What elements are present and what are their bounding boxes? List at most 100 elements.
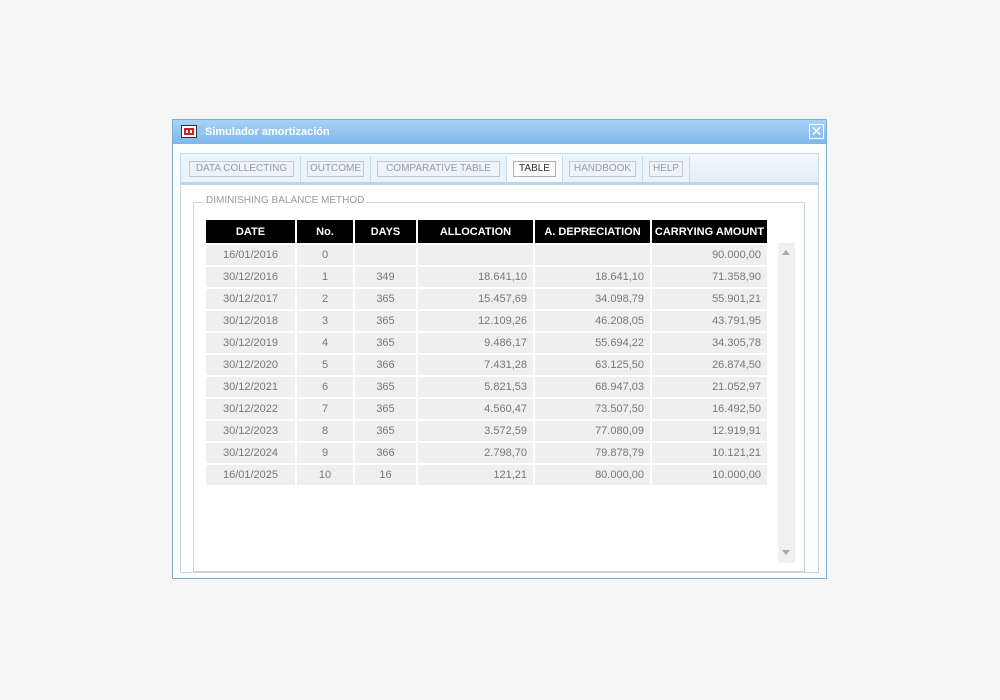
cell-carrying-amount: 43.791,95 (652, 311, 767, 331)
cell-date: 30/12/2016 (206, 267, 295, 287)
table-row: 30/12/2016 1 349 18.641,10 18.641,10 71.358,9… (206, 267, 767, 287)
table-row: 30/12/2018 3 365 12.109,26 46.208,05 43.791,9… (206, 311, 767, 331)
table-row: 16/01/2016 0 90.000,00 (206, 245, 767, 265)
header-number: No. (297, 220, 353, 243)
close-icon[interactable]: ✕ (809, 124, 824, 139)
cell-carrying-amount: 10.000,00 (652, 465, 767, 485)
tab-table[interactable]: TABLE (507, 156, 563, 182)
cell-days: 365 (355, 377, 416, 397)
tab-handbook[interactable]: HANDBOOK (563, 156, 643, 182)
tab-label: HANDBOOK (569, 161, 636, 177)
tab-bar: DATA COLLECTING OUTCOME COMPARATIVE TABL… (180, 153, 819, 183)
cell-accumulated-depreciation: 79.878,79 (535, 443, 650, 463)
cell-carrying-amount: 26.874,50 (652, 355, 767, 375)
scroll-up-arrow-icon[interactable] (782, 250, 790, 255)
header-accumulated-depreciation: A. DEPRECIATION (535, 220, 650, 243)
header-days: DAYS (355, 220, 416, 243)
cell-carrying-amount: 10.121,21 (652, 443, 767, 463)
cell-date: 30/12/2023 (206, 421, 295, 441)
tab-comparative-table[interactable]: COMPARATIVE TABLE (371, 156, 507, 182)
cell-allocation: 2.798,70 (418, 443, 533, 463)
cell-allocation: 4.560,47 (418, 399, 533, 419)
cell-carrying-amount: 16.492,50 (652, 399, 767, 419)
tab-label: HELP (649, 161, 683, 177)
cell-carrying-amount: 55.901,21 (652, 289, 767, 309)
cell-days: 366 (355, 443, 416, 463)
cell-number: 0 (297, 245, 353, 265)
cell-carrying-amount: 21.052,97 (652, 377, 767, 397)
cell-date: 30/12/2022 (206, 399, 295, 419)
cell-date: 30/12/2019 (206, 333, 295, 353)
header-date: DATE (206, 220, 295, 243)
vertical-scrollbar[interactable] (778, 243, 795, 563)
window-title: Simulador amortización (205, 126, 330, 138)
cell-number: 7 (297, 399, 353, 419)
app-icon (181, 125, 197, 138)
cell-carrying-amount: 34.305,78 (652, 333, 767, 353)
cell-date: 30/12/2021 (206, 377, 295, 397)
header-allocation: ALLOCATION (418, 220, 533, 243)
cell-days: 365 (355, 421, 416, 441)
cell-date: 16/01/2025 (206, 465, 295, 485)
cell-accumulated-depreciation: 18.641,10 (535, 267, 650, 287)
cell-accumulated-depreciation: 63.125,50 (535, 355, 650, 375)
cell-carrying-amount: 71.358,90 (652, 267, 767, 287)
depreciation-table: DATE No. DAYS ALLOCATION A. DEPRECIATION… (204, 218, 769, 487)
cell-days: 16 (355, 465, 416, 485)
cell-days: 365 (355, 333, 416, 353)
cell-allocation: 5.821,53 (418, 377, 533, 397)
table-row: 30/12/2021 6 365 5.821,53 68.947,03 21.052,97 (206, 377, 767, 397)
scroll-down-arrow-icon[interactable] (782, 550, 790, 555)
cell-allocation: 12.109,26 (418, 311, 533, 331)
cell-carrying-amount: 90.000,00 (652, 245, 767, 265)
tab-outcome[interactable]: OUTCOME (301, 156, 371, 182)
cell-date: 30/12/2018 (206, 311, 295, 331)
cell-accumulated-depreciation: 80.000,00 (535, 465, 650, 485)
cell-accumulated-depreciation: 68.947,03 (535, 377, 650, 397)
cell-accumulated-depreciation: 55.694,22 (535, 333, 650, 353)
table-row: 30/12/2022 7 365 4.560,47 73.507,50 16.492,50 (206, 399, 767, 419)
cell-allocation: 18.641,10 (418, 267, 533, 287)
cell-days: 349 (355, 267, 416, 287)
cell-date: 16/01/2016 (206, 245, 295, 265)
table-row: 30/12/2020 5 366 7.431,28 63.125,50 26.874,50 (206, 355, 767, 375)
cell-number: 9 (297, 443, 353, 463)
table-row: 30/12/2019 4 365 9.486,17 55.694,22 34.305,78 (206, 333, 767, 353)
cell-allocation: 15.457,69 (418, 289, 533, 309)
table-row: 30/12/2023 8 365 3.572,59 77.080,09 12.919,91 (206, 421, 767, 441)
cell-number: 5 (297, 355, 353, 375)
cell-allocation: 3.572,59 (418, 421, 533, 441)
title-bar[interactable]: Simulador amortización ✕ (173, 120, 826, 144)
cell-date: 30/12/2020 (206, 355, 295, 375)
table-header-row: DATE No. DAYS ALLOCATION A. DEPRECIATION… (206, 220, 767, 243)
tab-data-collecting[interactable]: DATA COLLECTING (183, 156, 301, 182)
cell-number: 3 (297, 311, 353, 331)
tab-label: OUTCOME (307, 161, 364, 177)
cell-allocation: 121,21 (418, 465, 533, 485)
cell-accumulated-depreciation: 46.208,05 (535, 311, 650, 331)
cell-allocation: 7.431,28 (418, 355, 533, 375)
tab-help[interactable]: HELP (643, 156, 690, 182)
table-row: 30/12/2024 9 366 2.798,70 79.878,79 10.121,21 (206, 443, 767, 463)
cell-number: 1 (297, 267, 353, 287)
cell-accumulated-depreciation: 34.098,79 (535, 289, 650, 309)
tab-label: TABLE (513, 161, 556, 177)
tab-label: COMPARATIVE TABLE (377, 161, 500, 177)
table-row: 16/01/2025 10 16 121,21 80.000,00 10.000,00 (206, 465, 767, 485)
cell-accumulated-depreciation: 73.507,50 (535, 399, 650, 419)
cell-days: 365 (355, 289, 416, 309)
cell-days: 366 (355, 355, 416, 375)
cell-number: 2 (297, 289, 353, 309)
cell-days: 365 (355, 311, 416, 331)
header-carrying-amount: CARRYING AMOUNT (652, 220, 767, 243)
cell-date: 30/12/2017 (206, 289, 295, 309)
cell-number: 10 (297, 465, 353, 485)
cell-number: 4 (297, 333, 353, 353)
cell-accumulated-depreciation: 77.080,09 (535, 421, 650, 441)
cell-number: 8 (297, 421, 353, 441)
simulator-window: Simulador amortización ✕ DATA COLLECTING… (172, 119, 827, 579)
tab-label: DATA COLLECTING (189, 161, 294, 177)
cell-allocation: 9.486,17 (418, 333, 533, 353)
cell-date: 30/12/2024 (206, 443, 295, 463)
cell-allocation (418, 245, 533, 265)
